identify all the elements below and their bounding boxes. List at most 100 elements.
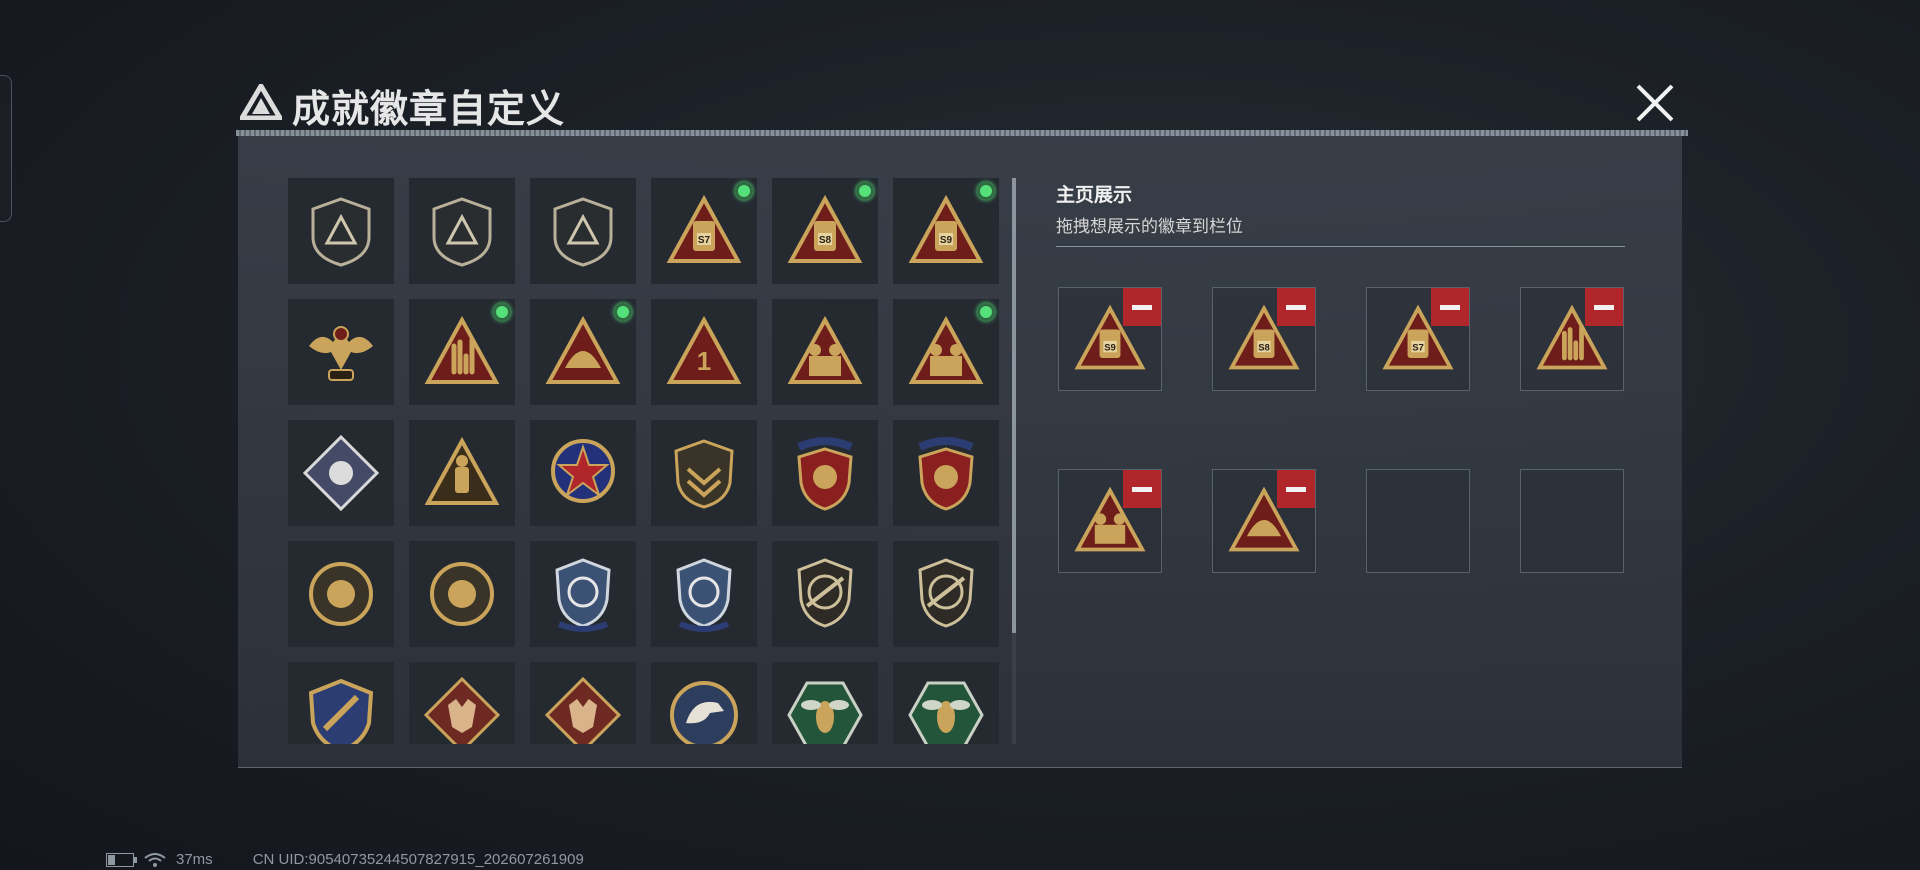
badge-cell[interactable] [651, 420, 757, 526]
stars-gem-shield-badge-icon [918, 437, 974, 511]
delta-shield-badge-icon [311, 197, 371, 267]
badge-cell[interactable]: 1 [651, 299, 757, 405]
season-s7-badge-icon: S7 [666, 194, 742, 263]
display-slot[interactable] [1058, 469, 1162, 573]
remove-badge-button[interactable] [1277, 470, 1315, 508]
badge-cell[interactable] [651, 662, 757, 744]
display-slot[interactable]: S9 [1058, 287, 1162, 391]
remove-badge-button[interactable] [1123, 288, 1161, 326]
scrollbar-thumb[interactable] [1012, 178, 1016, 633]
badge-cell[interactable] [530, 662, 636, 744]
soldier-backpack-badge-icon [424, 436, 500, 505]
sniper-circle-dark-badge-icon [918, 558, 974, 628]
badge-cell[interactable] [772, 420, 878, 526]
equipped-indicator [856, 182, 874, 200]
rose-diamond-badge-icon [302, 434, 380, 512]
empty-display-slot[interactable] [1520, 469, 1624, 573]
badge-cell[interactable]: S9 [893, 178, 999, 284]
badge-cell[interactable] [288, 178, 394, 284]
badge-cell[interactable]: S8 [772, 178, 878, 284]
badge-cell[interactable] [288, 299, 394, 405]
badge-cell[interactable] [409, 178, 515, 284]
remove-badge-button[interactable] [1277, 288, 1315, 326]
badge-cell[interactable] [409, 299, 515, 405]
remove-badge-button[interactable] [1431, 288, 1469, 326]
eagle-circle-badge-icon [670, 681, 738, 744]
minus-icon [1132, 304, 1152, 310]
minus-icon [1286, 486, 1306, 492]
badge-cell[interactable] [893, 541, 999, 647]
badge-cell[interactable] [530, 299, 636, 405]
badge-cell[interactable] [409, 420, 515, 526]
minus-icon [1132, 486, 1152, 492]
stars-shield-badge-icon [797, 437, 853, 511]
rifle-circle-dark-badge-icon [797, 558, 853, 628]
minus-icon [1286, 304, 1306, 310]
equipped-indicator [735, 182, 753, 200]
wasp-hexagon-2-badge-icon [908, 681, 984, 744]
display-slot[interactable] [1520, 287, 1624, 391]
homepage-display-subtitle: 拖拽想展示的徽章到栏位 [1056, 217, 1243, 236]
badge-cell[interactable] [288, 541, 394, 647]
empty-display-slot[interactable] [1366, 469, 1470, 573]
header-divider [236, 130, 1688, 136]
badge-grid: S7 S8 S9 1 [288, 178, 1010, 744]
svg-text:S9: S9 [1104, 342, 1116, 353]
season-s8-badge-icon: S8 [787, 194, 863, 263]
svg-text:1: 1 [697, 346, 711, 376]
svg-text:S9: S9 [940, 235, 953, 246]
wolf-diamond-2-badge-icon [544, 676, 622, 744]
svg-text:S7: S7 [698, 235, 711, 246]
close-icon[interactable] [1632, 80, 1678, 126]
badge-cell[interactable] [530, 178, 636, 284]
homepage-display-title: 主页展示 [1056, 185, 1133, 206]
badge-cell[interactable] [651, 541, 757, 647]
svg-text:S8: S8 [1258, 342, 1270, 353]
badge-cell[interactable] [530, 541, 636, 647]
rifle-crosshair-blue-badge-icon [555, 558, 611, 632]
badge-cell[interactable] [409, 662, 515, 744]
badge-cell[interactable] [288, 662, 394, 744]
display-slot[interactable]: S8 [1212, 287, 1316, 391]
homepage-display-divider [1056, 246, 1625, 247]
minus-icon [1594, 304, 1614, 310]
ping-value: 37ms [176, 851, 213, 868]
badge-cell[interactable] [772, 662, 878, 744]
equipped-indicator [977, 303, 995, 321]
wolf-diamond-badge-icon [423, 676, 501, 744]
display-slot[interactable] [1212, 469, 1316, 573]
badge-cell[interactable] [893, 662, 999, 744]
badge-cell[interactable]: S7 [651, 178, 757, 284]
side-panel-tab[interactable] [0, 75, 12, 222]
remove-badge-button[interactable] [1585, 288, 1623, 326]
helicopter-shield-badge-icon [432, 197, 492, 267]
badge-cell[interactable] [288, 420, 394, 526]
dialog-title: 成就徽章自定义 [292, 89, 566, 131]
badge-cell[interactable] [893, 299, 999, 405]
rock-hand-badge-icon [424, 315, 500, 384]
helmet-badge-icon [545, 315, 621, 384]
winged-eagle-badge-icon [309, 326, 373, 381]
display-slot[interactable]: S7 [1366, 287, 1470, 391]
minus-icon [1440, 304, 1460, 310]
star-sun-badge-icon [551, 439, 615, 503]
equipped-indicator [977, 182, 995, 200]
wasp-hexagon-badge-icon [787, 681, 863, 744]
equipped-indicator [493, 303, 511, 321]
number-one-badge-icon: 1 [666, 315, 742, 384]
equipped-indicator [614, 303, 632, 321]
delta-logo-icon [240, 84, 282, 120]
wrench-shield-badge-icon [308, 678, 374, 744]
season-s9-badge-icon: S9 [908, 194, 984, 263]
wifi-icon [144, 852, 166, 867]
badge-cell[interactable] [530, 420, 636, 526]
badge-grid-scrollbar[interactable] [1012, 178, 1016, 744]
svg-text:S7: S7 [1412, 342, 1424, 353]
user-uid: CN UID:9054073524450782​7915_20260726190… [252, 851, 584, 868]
remove-badge-button[interactable] [1123, 470, 1161, 508]
badge-cell[interactable] [893, 420, 999, 526]
badge-cell[interactable] [409, 541, 515, 647]
badge-cell[interactable] [772, 541, 878, 647]
chevron-shield-badge-icon [674, 439, 734, 509]
badge-cell[interactable] [772, 299, 878, 405]
